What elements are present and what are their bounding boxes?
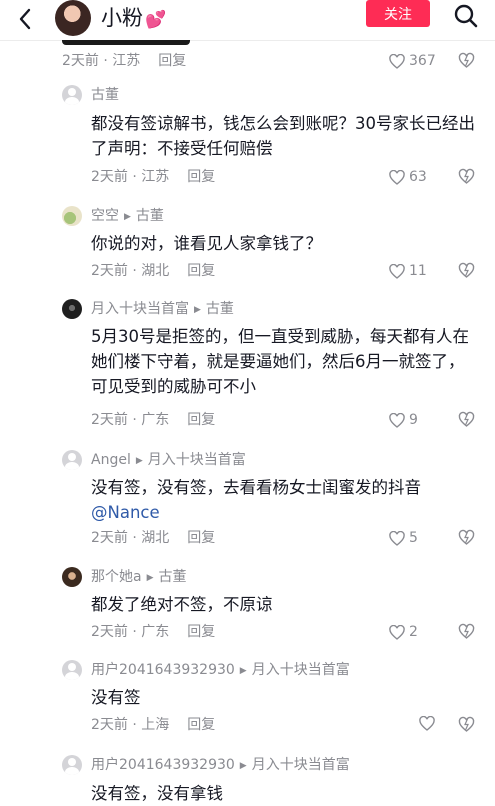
like-button[interactable] <box>419 716 439 731</box>
comment-meta: 2天前 · 湖北 回复 <box>91 263 216 279</box>
like-button[interactable]: 367 <box>389 52 436 70</box>
reply-button[interactable]: 回复 <box>187 624 215 640</box>
comment-author[interactable]: 用户2041643932930 ▶ 月入十块当首富 <box>91 756 350 775</box>
comment-text: 没有签 <box>91 688 141 707</box>
heart-icon <box>389 263 405 279</box>
dislike-icon[interactable] <box>458 529 475 546</box>
comment-author[interactable]: 月入十块当首富 ▶ 古董 <box>91 300 234 319</box>
two-hearts-icon: 💕 <box>145 10 167 30</box>
page-title: 小粉 💕 <box>101 4 166 34</box>
heart-icon <box>389 169 405 185</box>
dislike-icon[interactable] <box>458 168 475 185</box>
comment-meta: 2天前 · 江苏 回复 <box>91 169 216 185</box>
reply-button[interactable]: 回复 <box>158 53 186 69</box>
comment-meta: 2天前 · 江苏 回复 <box>62 53 187 69</box>
comment-author[interactable]: 空空 ▶ 古董 <box>91 207 164 226</box>
like-button[interactable]: 11 <box>389 262 427 280</box>
heart-icon <box>389 412 405 428</box>
comment-author[interactable]: 用户2041643932930 ▶ 月入十块当首富 <box>91 661 350 680</box>
dislike-icon[interactable] <box>458 623 475 640</box>
heart-icon <box>389 624 405 640</box>
heart-icon <box>389 530 405 546</box>
comment-meta: 2天前 · 湖北 回复 <box>91 530 216 546</box>
avatar[interactable] <box>62 85 82 105</box>
avatar[interactable] <box>62 567 82 587</box>
avatar[interactable] <box>62 206 82 226</box>
chevron-left-icon[interactable] <box>12 6 38 32</box>
avatar[interactable] <box>62 755 82 775</box>
reply-button[interactable]: 回复 <box>187 169 215 185</box>
comment-author[interactable]: Angel ▶ 月入十块当首富 <box>91 451 246 470</box>
reply-arrow-icon: ▶ <box>146 573 154 583</box>
comment-meta: 2天前 · 广东 回复 <box>91 624 216 640</box>
follow-button[interactable]: 关注 <box>366 0 430 27</box>
comment-text: 你说的对，谁看见人家拿钱了？ <box>91 234 322 253</box>
reply-button[interactable]: 回复 <box>187 412 215 428</box>
avatar[interactable] <box>55 0 91 36</box>
reply-button[interactable]: 回复 <box>187 530 215 546</box>
reply-arrow-icon: ▶ <box>135 456 143 466</box>
comment-text: 没有签，没有拿钱 <box>91 784 223 803</box>
comment-text: 5月30号是拒签的，但一直受到威胁，每天都有人在她们楼下守着，就是要逼她们，然后… <box>91 327 469 396</box>
like-button[interactable]: 5 <box>389 529 418 547</box>
video-thumbnail-edge <box>62 40 190 45</box>
heart-icon <box>389 53 405 69</box>
avatar[interactable] <box>62 450 82 470</box>
comment-text: 都发了绝对不签，不原谅 <box>91 595 273 614</box>
reply-arrow-icon: ▶ <box>194 305 201 315</box>
search-icon[interactable] <box>453 3 479 29</box>
comment-meta: 2天前 · 上海 回复 <box>91 717 216 733</box>
reply-button[interactable]: 回复 <box>187 717 215 733</box>
dislike-icon[interactable] <box>458 52 475 69</box>
heart-icon <box>419 716 435 731</box>
dislike-icon[interactable] <box>458 716 475 733</box>
comment-author[interactable]: 那个她a ▶ 古董 <box>91 568 187 587</box>
mention-link[interactable]: @Nance <box>91 503 160 522</box>
reply-arrow-icon: ▶ <box>239 761 247 771</box>
dislike-icon[interactable] <box>458 262 475 279</box>
reply-arrow-icon: ▶ <box>239 666 247 676</box>
comment-text: 都没有签谅解书，钱怎么会到账呢？30号家长已经出了声明：不接受任何赔偿 <box>91 114 475 158</box>
avatar[interactable] <box>62 660 82 680</box>
dislike-icon[interactable] <box>458 411 475 428</box>
avatar[interactable] <box>62 299 82 319</box>
like-button[interactable]: 9 <box>389 411 418 429</box>
like-button[interactable]: 2 <box>389 623 418 641</box>
comment-text: 没有签，没有签，去看看杨女士闺蜜发的抖音 @Nance <box>91 478 421 522</box>
reply-arrow-icon: ▶ <box>124 212 131 222</box>
top-bar: 小粉 💕 关注 <box>0 0 495 41</box>
comment-meta: 2天前 · 广东 回复 <box>91 412 216 428</box>
like-button[interactable]: 63 <box>389 168 427 186</box>
user-name: 小粉 <box>101 6 143 30</box>
reply-button[interactable]: 回复 <box>187 263 215 279</box>
comment-author[interactable]: 古董 <box>91 86 119 104</box>
